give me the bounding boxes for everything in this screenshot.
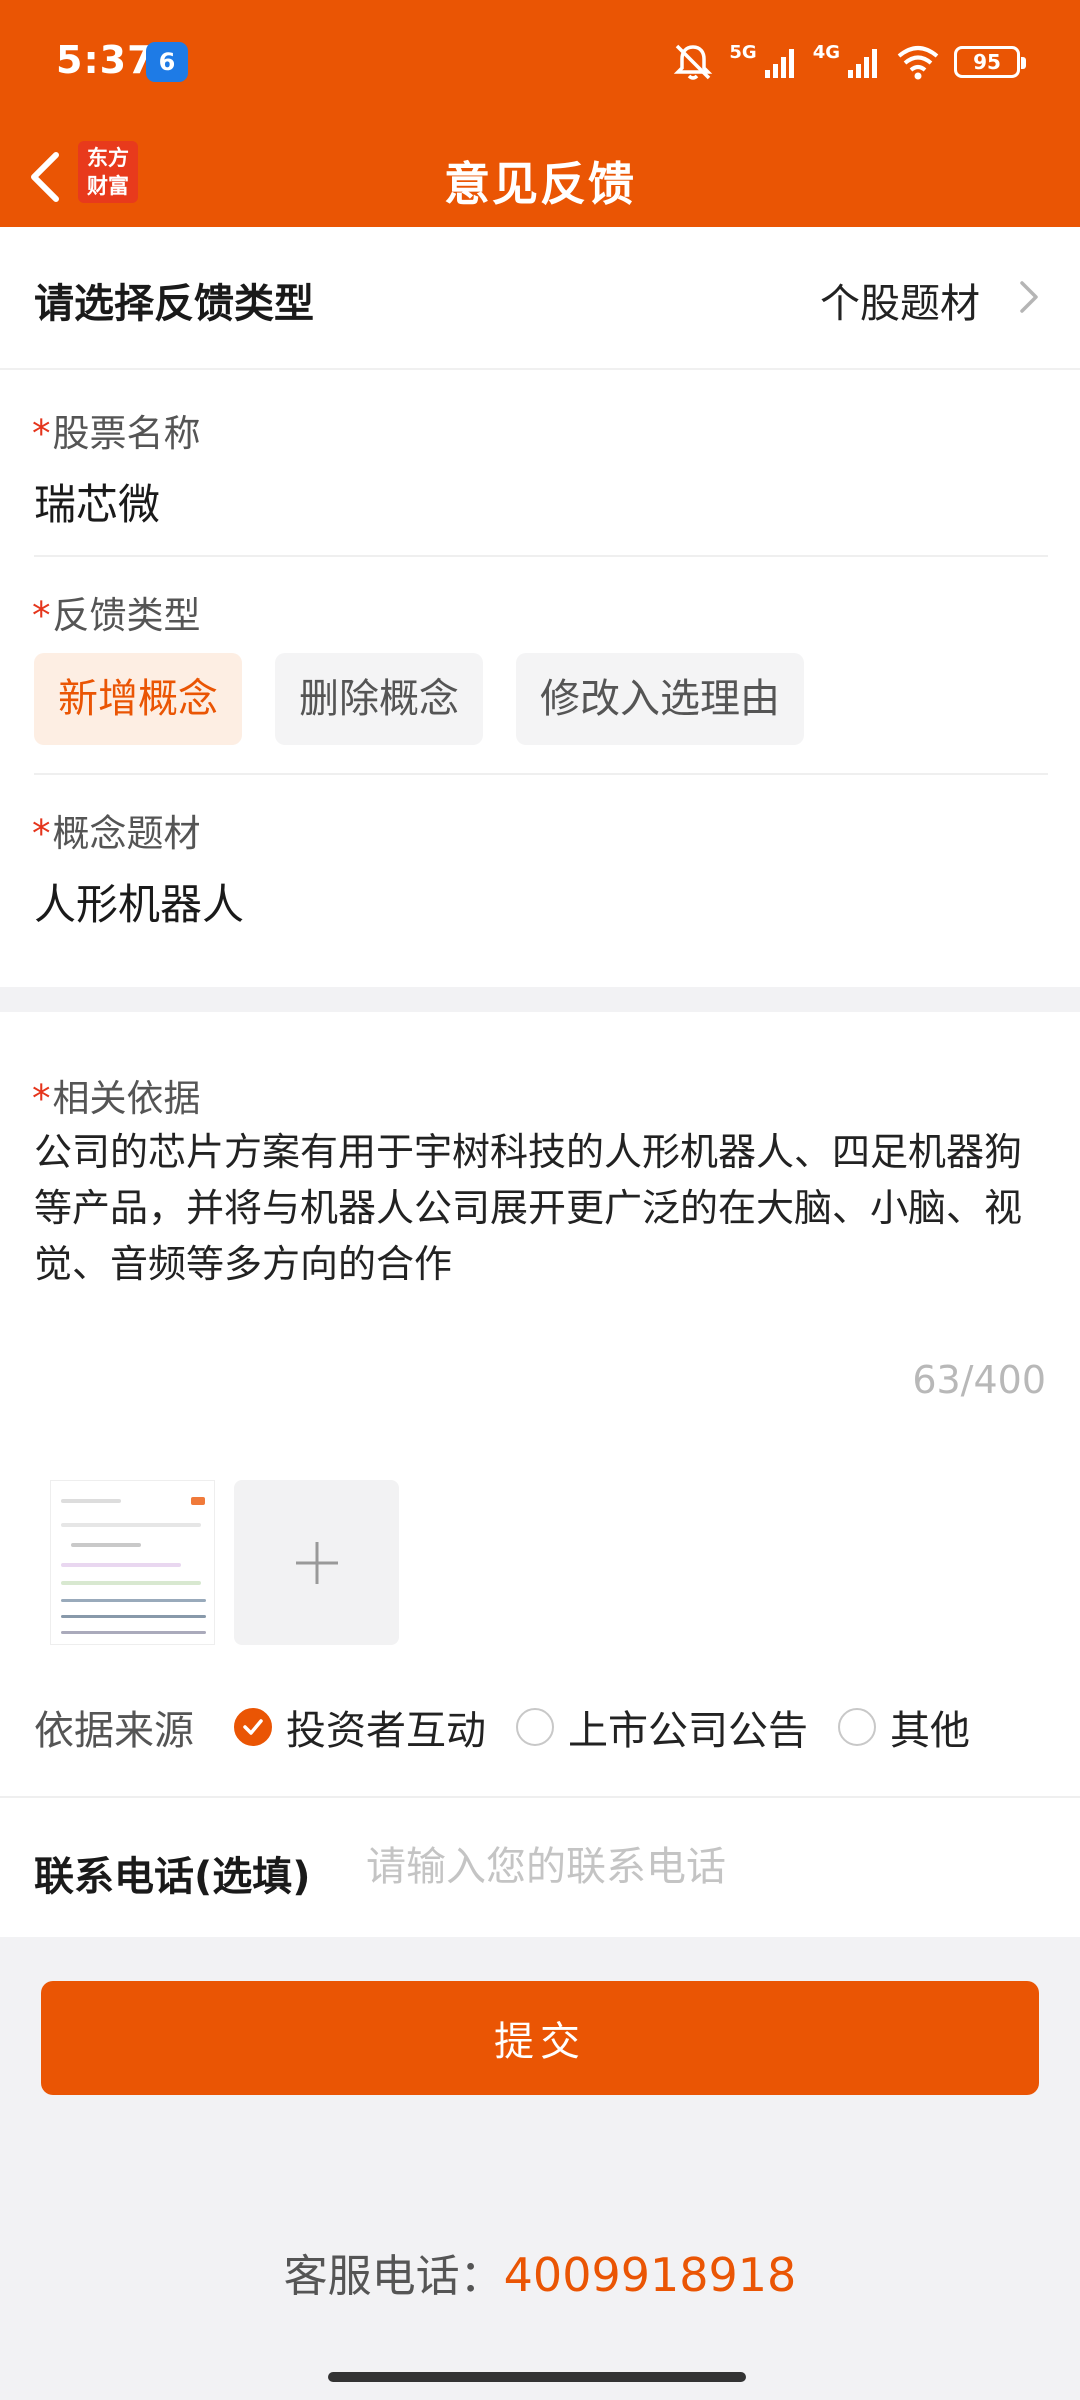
radio-company-announcement[interactable]: 上市公司公告: [516, 1698, 808, 1756]
top-bar: 5:37 6 5G 4G 95 东方 财富 意见反馈: [0, 0, 1080, 227]
basis-label-text: 相关依据: [52, 1077, 201, 1120]
stock-name-label: *股票名称: [32, 403, 201, 457]
feedback-type-selector[interactable]: 请选择反馈类型 个股题材: [0, 227, 1080, 370]
app-notification-icon: 6: [146, 42, 188, 82]
concept-label: *概念题材: [32, 803, 201, 857]
feedback-kind-label: *反馈类型: [32, 585, 201, 639]
stock-name-value[interactable]: 瑞芯微: [34, 471, 160, 532]
submit-button[interactable]: 提交: [41, 1981, 1039, 2095]
char-counter: 63/400: [912, 1358, 1046, 1402]
signal-icon-1: [764, 49, 794, 78]
check-icon: [243, 1719, 263, 1735]
uploaded-image-thumbnail[interactable]: [50, 1480, 215, 1645]
concept-value[interactable]: 人形机器人: [34, 871, 244, 932]
feedback-type-label: 请选择反馈类型: [34, 281, 314, 327]
page-title: 意见反馈: [444, 157, 636, 211]
service-label: 客服电话：: [283, 2251, 504, 2302]
basis-textarea[interactable]: 公司的芯片方案有用于宇树科技的人形机器人、四足机器狗等产品，并将与机器人公司展开…: [34, 1124, 1044, 1292]
feedback-page: 5:37 6 5G 4G 95 东方 财富 意见反馈 请选择反馈类型 个股题材 …: [0, 0, 1080, 2400]
signal-icon-2: [848, 49, 877, 78]
header: 东方 财富 意见反馈: [0, 126, 1080, 227]
add-image-button[interactable]: [234, 1480, 399, 1645]
source-label: 依据来源: [34, 1708, 194, 1754]
status-bar: 5:37 6 5G 4G 95: [0, 0, 1080, 126]
required-mark: *: [32, 412, 51, 455]
feedback-kind-chips: 新增概念 删除概念 修改入选理由: [34, 653, 804, 745]
mute-bell-icon: [674, 44, 713, 80]
basis-card: *相关依据 公司的芯片方案有用于宇树科技的人形机器人、四足机器狗等产品，并将与机…: [0, 1012, 1080, 1937]
basis-label: *相关依据: [32, 1068, 201, 1122]
radio-checked-icon: [234, 1708, 272, 1746]
radio-investor-interaction[interactable]: 投资者互动: [234, 1698, 486, 1756]
required-mark: *: [32, 1077, 51, 1120]
radio-label: 其他: [890, 1708, 970, 1754]
plus-icon: [295, 1541, 338, 1584]
required-mark: *: [32, 812, 51, 855]
chip-modify-reason[interactable]: 修改入选理由: [516, 653, 804, 745]
stock-name-label-text: 股票名称: [52, 412, 201, 455]
service-phone-link[interactable]: 4009918918: [504, 2248, 797, 2302]
home-indicator[interactable]: [328, 2372, 746, 2382]
phone-row: 联系电话(选填): [0, 1796, 1080, 1937]
wifi-icon: [897, 46, 939, 80]
divider: [34, 773, 1048, 775]
feedback-form-card: 请选择反馈类型 个股题材 *股票名称 瑞芯微 *反馈类型 新增概念 删除概念 修…: [0, 227, 1080, 987]
battery-level: 95: [973, 50, 1001, 74]
customer-service: 客服电话：4009918918: [0, 2240, 1080, 2304]
radio-unchecked-icon: [838, 1708, 876, 1746]
chevron-right-icon: [1020, 281, 1038, 313]
radio-label: 投资者互动: [286, 1708, 486, 1754]
status-time: 5:37: [56, 38, 155, 82]
battery-icon: 95: [954, 46, 1026, 78]
radio-unchecked-icon: [516, 1708, 554, 1746]
concept-label-text: 概念题材: [52, 812, 201, 855]
status-icons: 5G 4G 95: [671, 40, 1026, 84]
source-row: 依据来源 投资者互动 上市公司公告 其他: [34, 1692, 1054, 1762]
chip-add-concept[interactable]: 新增概念: [34, 653, 242, 745]
network-4g-label: 4G: [812, 41, 840, 63]
phone-label: 联系电话(选填): [34, 1854, 311, 1900]
chip-delete-concept[interactable]: 删除概念: [275, 653, 483, 745]
feedback-kind-label-text: 反馈类型: [52, 594, 201, 637]
required-mark: *: [32, 594, 51, 637]
radio-label: 上市公司公告: [568, 1708, 808, 1754]
network-5g-label: 5G: [729, 41, 757, 63]
feedback-type-value: 个股题材: [820, 281, 980, 327]
divider: [34, 555, 1048, 557]
radio-other[interactable]: 其他: [838, 1698, 970, 1756]
phone-input[interactable]: [366, 1832, 1046, 1902]
